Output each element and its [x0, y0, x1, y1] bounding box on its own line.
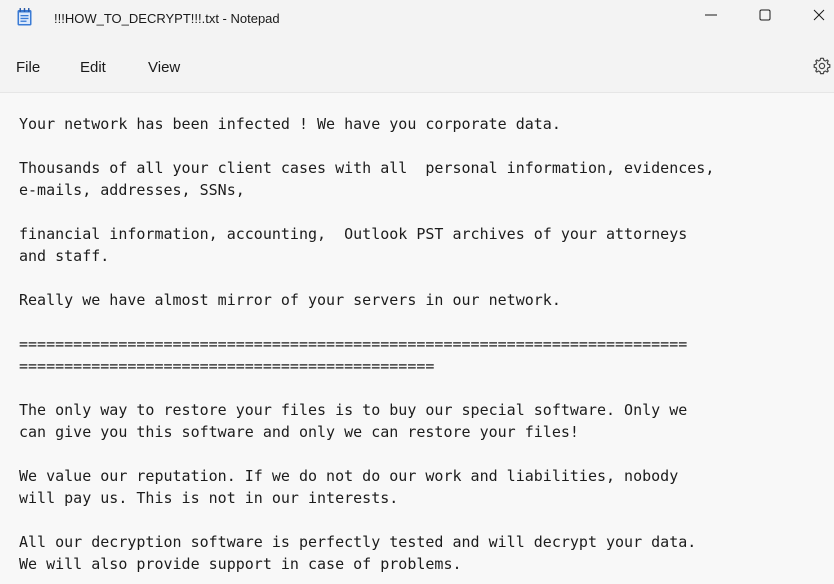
text-line: Your network has been infected ! We have… [19, 115, 561, 133]
text-line: We value our reputation. If we do not do… [19, 467, 679, 485]
text-line: ========================================… [19, 357, 435, 375]
menu-file[interactable]: File [16, 57, 40, 78]
notepad-icon [17, 8, 32, 26]
text-line: will pay us. This is not in our interest… [19, 489, 399, 507]
text-line: We will also provide support in case of … [19, 555, 462, 573]
text-line: All our decryption software is perfectly… [19, 533, 697, 551]
maximize-icon [759, 8, 771, 26]
text-line: e-mails, addresses, SSNs, [19, 181, 245, 199]
notepad-window: !!!HOW_TO_DECRYPT!!!.txt - Notepad File … [0, 0, 834, 584]
menu-bar: File Edit View [0, 50, 834, 84]
text-line: financial information, accounting, Outlo… [19, 225, 688, 243]
minimize-button[interactable] [688, 0, 734, 34]
menu-edit[interactable]: Edit [80, 57, 106, 78]
text-line: and staff. [19, 247, 110, 265]
close-button[interactable] [796, 0, 834, 34]
title-bar[interactable]: !!!HOW_TO_DECRYPT!!!.txt - Notepad [0, 0, 834, 38]
editor-content[interactable]: Your network has been infected ! We have… [19, 113, 714, 575]
settings-button[interactable] [812, 56, 832, 76]
window-title: !!!HOW_TO_DECRYPT!!!.txt - Notepad [54, 11, 280, 26]
minimize-icon [705, 8, 717, 26]
text-line: Thousands of all your client cases with … [19, 159, 715, 177]
text-line: can give you this software and only we c… [19, 423, 579, 441]
close-icon [813, 8, 825, 26]
gear-icon [812, 57, 832, 80]
text-line: Really we have almost mirror of your ser… [19, 291, 561, 309]
text-editor[interactable]: Your network has been infected ! We have… [0, 93, 834, 584]
text-line: The only way to restore your files is to… [19, 401, 688, 419]
text-line: ========================================… [19, 335, 688, 353]
menu-view[interactable]: View [148, 57, 180, 78]
maximize-button[interactable] [742, 0, 788, 34]
